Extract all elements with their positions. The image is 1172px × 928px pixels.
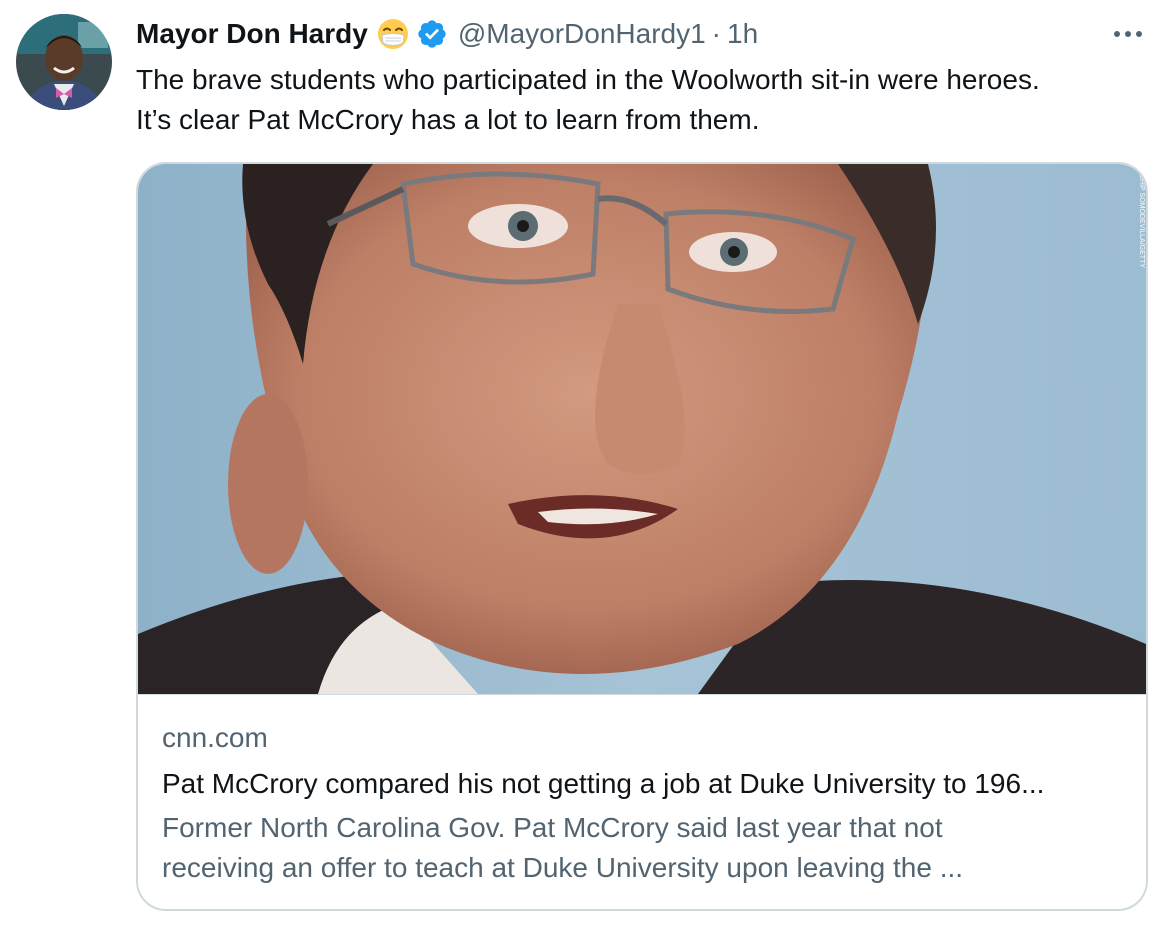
card-description: Former North Carolina Gov. Pat McCrory s…: [162, 808, 1122, 888]
tweet-header: Mayor Don Hardy @MayorDonHardy1 · 1h: [136, 14, 758, 54]
verified-badge-icon[interactable]: [416, 18, 448, 50]
card-domain: cnn.com: [162, 722, 268, 753]
card-divider: [138, 694, 1146, 695]
card-description-line: receiving an offer to teach at Duke Univ…: [162, 852, 964, 883]
image-credit: CHIP SOMODEVILLA/GETTY: [1138, 174, 1145, 268]
avatar[interactable]: [16, 14, 112, 110]
tweet-text-line: The brave students who participated in t…: [136, 64, 1040, 95]
author-handle[interactable]: @MayorDonHardy1: [458, 18, 706, 50]
tweet-text-line: It’s clear Pat McCrory has a lot to lear…: [136, 104, 760, 135]
timestamp[interactable]: 1h: [727, 18, 758, 50]
tweet[interactable]: Mayor Don Hardy @MayorDonHardy1 · 1h The…: [0, 0, 1172, 928]
more-horizontal-icon: [1114, 31, 1142, 37]
display-name[interactable]: Mayor Don Hardy: [136, 18, 368, 50]
more-options-button[interactable]: [1104, 20, 1152, 48]
card-image[interactable]: CHIP SOMODEVILLA/GETTY: [138, 164, 1146, 694]
separator-dot: ·: [711, 18, 721, 49]
portrait-photo: CHIP SOMODEVILLA/GETTY: [138, 164, 1146, 694]
card-description-line: Former North Carolina Gov. Pat McCrory s…: [162, 812, 943, 843]
link-preview-card[interactable]: CHIP SOMODEVILLA/GETTY cnn.com Pat McCro…: [136, 162, 1148, 911]
avatar-image: [16, 14, 112, 110]
card-title: Pat McCrory compared his not getting a j…: [162, 768, 1045, 799]
medical-mask-emoji-icon: [376, 17, 410, 51]
tweet-text: The brave students who participated in t…: [136, 60, 1146, 140]
